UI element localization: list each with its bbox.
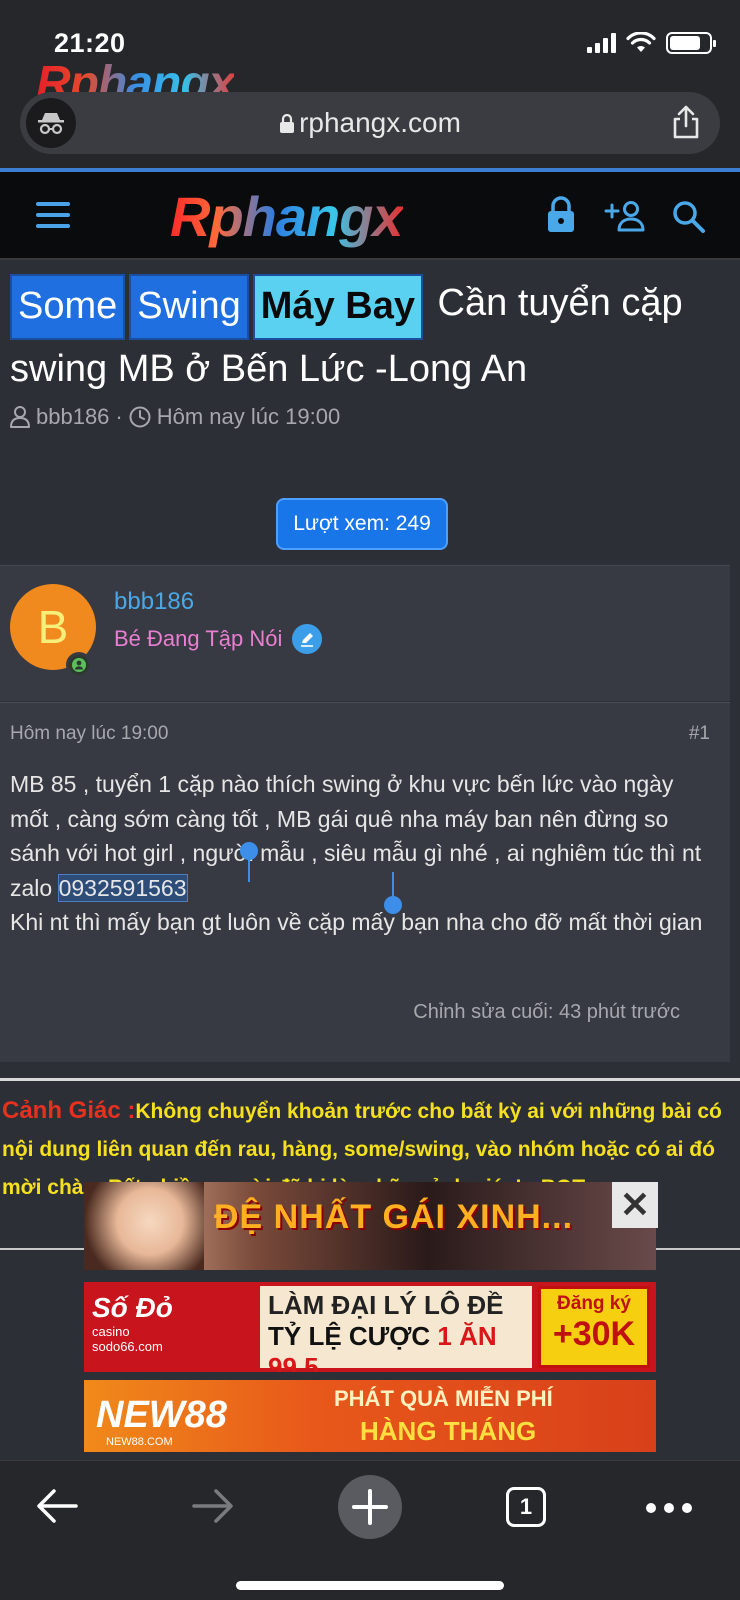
tag-some[interactable]: Some [10,274,126,340]
views-button[interactable]: Lượt xem: 249 [276,498,448,550]
ad2-brand-block: Số Đỏ casino sodo66.com [92,1292,252,1362]
tabs-button[interactable]: 1 [506,1487,546,1527]
clock-icon [129,406,151,428]
ad2-line2: TỶ LỆ CƯỢC 1 ĂN 99.5 [268,1321,524,1372]
user-icon [10,406,30,428]
ad3-brand: NEW88 [96,1394,227,1436]
warning-label: Cảnh Giác : [2,1097,136,1124]
menu-icon[interactable] [36,202,70,228]
ad3-line1: PHÁT QUÀ MIỄN PHÍ [334,1386,553,1411]
back-icon[interactable] [34,1483,80,1529]
close-icon[interactable]: ✕ [612,1182,658,1228]
post-user-block: B bbb186 Bé Đang Tập Nói [0,565,730,701]
ad2-line2-a: TỶ LỆ CƯỢC [268,1321,438,1351]
plus-icon[interactable] [338,1475,402,1539]
thread-meta: bbb186 · Hôm nay lúc 19:00 [10,404,340,430]
user-title-row: Bé Đang Tập Nói [114,624,323,654]
wifi-icon [626,32,656,52]
divider [0,1078,740,1081]
ad2-brand: Số Đỏ [92,1292,173,1323]
ad1-text: ĐỆ NHẤT GÁI XINH... [214,1198,574,1236]
post-date[interactable]: Hôm nay lúc 19:00 [10,723,168,745]
site-header: Rphangx [0,172,740,260]
padlock-icon[interactable] [546,196,576,234]
post-text-part2: Khi nt thì mấy bạn gt luôn về cặp mấy bạ… [10,909,703,935]
url-value: rphangx.com [299,107,461,138]
search-icon[interactable] [672,200,706,234]
forward-icon[interactable] [190,1483,236,1529]
post-username[interactable]: bbb186 [114,588,194,616]
ad2-site: sodo66.com [92,1339,163,1354]
meta-separator: · [115,404,123,429]
more-icon[interactable] [646,1503,692,1513]
share-icon[interactable] [670,104,702,145]
selection-handle-start[interactable] [240,842,258,882]
thread-author[interactable]: bbb186 [36,404,109,430]
browser-toolbar: 1 [0,1460,740,1600]
ad2-casino: casino [92,1324,130,1339]
signal-icon [587,33,616,53]
address-bar[interactable]: rphangx.com [20,92,720,154]
verified-icon [292,624,323,654]
thread-date[interactable]: Hôm nay lúc 19:00 [157,404,340,430]
post-body: Hôm nay lúc 19:00 #1 MB 85 , tuyển 1 cặp… [0,702,730,1062]
post-content: MB 85 , tuyển 1 cặp nào thích swing ở kh… [10,767,710,940]
ad-banner-3[interactable]: NEW88 NEW88.COM PHÁT QUÀ MIỄN PHÍ HÀNG T… [84,1380,656,1452]
post-edited: Chỉnh sửa cuối: 43 phút trước [413,1001,680,1023]
status-time: 21:20 [54,28,126,58]
tag-may-bay[interactable]: Máy Bay [252,274,423,340]
browser-chrome: 21:20 Rphangx rphangx.com [0,0,740,172]
tag-swing[interactable]: Swing [129,274,249,340]
selection-handle-end[interactable] [384,872,402,914]
ad2-line1: LÀM ĐẠI LÝ LÔ ĐỀ [268,1290,504,1320]
ad3-line2: HÀNG THÁNG [360,1416,537,1446]
add-user-icon[interactable] [604,200,646,232]
thread-title: Some Swing Máy Bay Cần tuyển cặp swing MB … [10,274,730,398]
ad2-text-block: LÀM ĐẠI LÝ LÔ ĐỀ TỶ LỆ CƯỢC 1 ĂN 99.5 [260,1286,532,1372]
home-indicator [236,1581,504,1590]
post-number[interactable]: #1 [689,723,710,745]
ad2-register: Đăng ký [557,1293,631,1314]
online-icon [66,652,92,678]
user-title: Bé Đang Tập Nói [114,626,283,651]
ad-model-image [84,1182,204,1270]
lock-icon [280,113,295,133]
ad3-site: NEW88.COM [106,1436,173,1448]
ad2-register-button[interactable]: Đăng ký +30K [538,1286,650,1368]
battery-icon [666,32,716,54]
ad-banner-1[interactable]: ĐỆ NHẤT GÁI XINH... [84,1182,656,1270]
ad2-bonus: +30K [552,1315,636,1353]
url-text[interactable]: rphangx.com [20,107,720,139]
status-icons [587,32,716,54]
ad-banner-2[interactable]: Số Đỏ casino sodo66.com LÀM ĐẠI LÝ LÔ ĐỀ… [84,1282,656,1372]
phone-number[interactable]: 0932591563 [57,873,188,902]
site-logo[interactable]: Rphangx [170,184,404,249]
